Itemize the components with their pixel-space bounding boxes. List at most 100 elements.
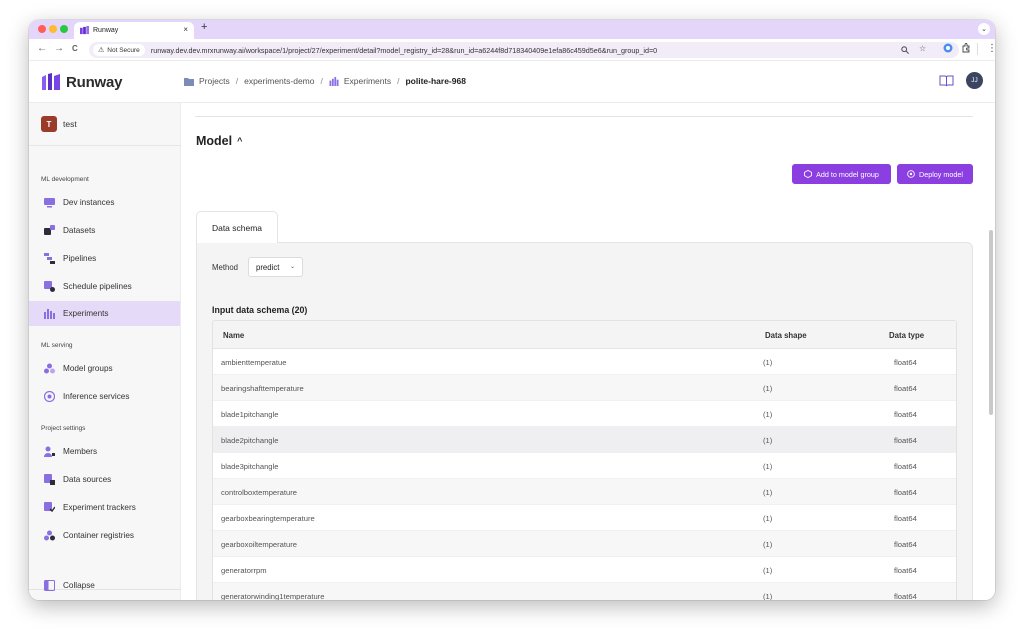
sidebar-item-label: Data sources xyxy=(63,475,112,484)
docs-book-icon[interactable] xyxy=(939,75,954,87)
browser-tab-runway[interactable]: Runway × xyxy=(74,22,194,39)
table-row[interactable]: blade2pitchangle (1) float64 xyxy=(213,427,956,453)
extension-icon[interactable] xyxy=(943,43,953,53)
zoom-icon[interactable] xyxy=(901,46,909,54)
runway-logo-icon xyxy=(42,73,60,90)
runway-logo[interactable]: Runway xyxy=(41,73,123,91)
sidebar-item-label: Datasets xyxy=(63,226,96,235)
minimize-window-button[interactable] xyxy=(49,25,57,33)
puzzle-extensions-icon[interactable] xyxy=(961,43,971,53)
cell-data-shape: (1) xyxy=(763,566,773,575)
table-row[interactable]: generatorrpm (1) float64 xyxy=(213,557,956,583)
project-switcher[interactable]: T test xyxy=(41,116,77,132)
cell-data-shape: (1) xyxy=(763,358,773,367)
model-section-toggle[interactable]: Model ^ xyxy=(196,134,242,148)
browser-menu-button[interactable]: ⋮ xyxy=(987,43,995,54)
close-window-button[interactable] xyxy=(38,25,46,33)
breadcrumb-project[interactable]: experiments-demo xyxy=(244,76,314,86)
address-bar[interactable]: ⚠ Not Secure runway.dev.dev.mrxrunway.ai… xyxy=(89,42,959,58)
bookmark-star-icon[interactable]: ☆ xyxy=(919,44,926,53)
column-header-name: Name xyxy=(223,331,245,340)
new-tab-button[interactable]: + xyxy=(201,21,207,33)
table-row[interactable]: controlboxtemperature (1) float64 xyxy=(213,479,956,505)
column-header-data-shape: Data shape xyxy=(765,331,807,340)
sidebar-item-label: Experiment trackers xyxy=(63,503,136,512)
breadcrumb-separator: / xyxy=(320,76,323,86)
breadcrumb-separator: / xyxy=(397,76,400,86)
cell-name: generatorwinding1temperature xyxy=(221,592,325,600)
sidebar-item-experiment-trackers[interactable]: Experiment trackers xyxy=(29,495,180,520)
content-divider xyxy=(195,116,973,117)
cell-data-shape: (1) xyxy=(763,592,773,600)
table-row[interactable]: gearboxoiltemperature (1) float64 xyxy=(213,531,956,557)
sidebar-item-label: Members xyxy=(63,447,98,456)
cell-name: blade1pitchangle xyxy=(221,410,279,419)
table-row[interactable]: ambienttemperatue (1) float64 xyxy=(213,349,956,375)
section-label-project-settings: Project settings xyxy=(41,425,86,432)
breadcrumb-projects[interactable]: Projects xyxy=(199,76,230,86)
sidebar-item-container-registries[interactable]: Container registries xyxy=(29,523,180,548)
chevron-up-icon: ^ xyxy=(237,136,243,146)
sidebar-item-datasets[interactable]: Datasets xyxy=(29,218,180,243)
sidebar-item-data-sources[interactable]: Data sources xyxy=(29,467,180,492)
breadcrumb-experiments[interactable]: Experiments xyxy=(344,76,391,86)
tab-strip: Runway × + ⌄ xyxy=(29,20,995,39)
schedule-icon xyxy=(44,281,55,292)
reload-button[interactable]: C xyxy=(72,44,78,53)
sidebar-divider xyxy=(29,145,181,146)
sidebar-item-pipelines[interactable]: Pipelines xyxy=(29,246,180,271)
cell-data-shape: (1) xyxy=(763,540,773,549)
toolbar-divider xyxy=(977,43,978,55)
section-label-ml-development: ML development xyxy=(41,176,89,183)
sidebar-item-inference-services[interactable]: Inference services xyxy=(29,384,180,409)
security-indicator[interactable]: ⚠ Not Secure xyxy=(93,44,145,56)
security-label: Not Secure xyxy=(107,46,140,54)
cell-data-type: float64 xyxy=(894,592,917,600)
collapse-sidebar-button[interactable]: Collapse xyxy=(29,571,180,599)
sidebar-item-model-groups[interactable]: Model groups xyxy=(29,356,180,381)
main-scrollbar[interactable] xyxy=(989,230,993,415)
add-to-model-group-button[interactable]: Add to model group xyxy=(792,164,891,184)
sidebar-item-label: Schedule pipelines xyxy=(63,282,132,291)
app-header: Runway Projects / experiments-demo / Exp… xyxy=(29,61,995,103)
sidebar-item-label: Experiments xyxy=(63,309,109,318)
sidebar-item-dev-instances[interactable]: Dev instances xyxy=(29,190,180,215)
warning-triangle-icon: ⚠ xyxy=(98,47,105,54)
sidebar-item-label: Model groups xyxy=(63,364,113,373)
table-row[interactable]: blade1pitchangle (1) float64 xyxy=(213,401,956,427)
sidebar-item-schedule-pipelines[interactable]: Schedule pipelines xyxy=(29,274,180,299)
data-sources-icon xyxy=(44,474,55,485)
inference-icon xyxy=(44,391,55,402)
tab-search-button[interactable]: ⌄ xyxy=(978,23,990,35)
deploy-model-button[interactable]: Deploy model xyxy=(897,164,973,184)
browser-tab-title: Runway xyxy=(93,27,119,34)
back-button[interactable]: ← xyxy=(37,43,47,54)
sidebar-item-members[interactable]: Members xyxy=(29,439,180,464)
chevron-down-icon: ⌄ xyxy=(289,264,295,270)
cell-name: controlboxtemperature xyxy=(221,488,297,497)
experiments-icon xyxy=(44,309,55,319)
table-row[interactable]: bearingshafttemperature (1) float64 xyxy=(213,375,956,401)
url-text[interactable]: runway.dev.dev.mrxrunway.ai/workspace/1/… xyxy=(151,46,657,55)
table-row[interactable]: blade3pitchangle (1) float64 xyxy=(213,453,956,479)
cell-data-type: float64 xyxy=(894,462,917,471)
monitor-icon xyxy=(44,198,55,208)
maximize-window-button[interactable] xyxy=(60,25,68,33)
cell-name: ambienttemperatue xyxy=(221,358,287,367)
table-row[interactable]: generatorwinding1temperature (1) float64 xyxy=(213,583,956,600)
method-select[interactable]: predict ⌄ xyxy=(248,257,303,277)
browser-window: Runway × + ⌄ ← → C ⚠ Not Secure runway.d… xyxy=(29,20,995,600)
tab-data-schema[interactable]: Data schema xyxy=(196,211,278,243)
column-header-data-type: Data type xyxy=(889,331,925,340)
table-row[interactable]: gearboxbearingtemperature (1) float64 xyxy=(213,505,956,531)
forward-button[interactable]: → xyxy=(54,43,64,54)
method-label: Method xyxy=(212,263,239,272)
runway-favicon-icon xyxy=(80,26,89,35)
sidebar-item-experiments[interactable]: Experiments xyxy=(29,301,180,326)
input-schema-table: Name Data shape Data type ambienttempera… xyxy=(212,320,957,600)
cell-data-type: float64 xyxy=(894,488,917,497)
user-avatar[interactable]: JJ xyxy=(966,72,983,89)
cell-data-type: float64 xyxy=(894,514,917,523)
members-icon xyxy=(44,446,55,457)
tab-close-icon[interactable]: × xyxy=(183,25,188,34)
